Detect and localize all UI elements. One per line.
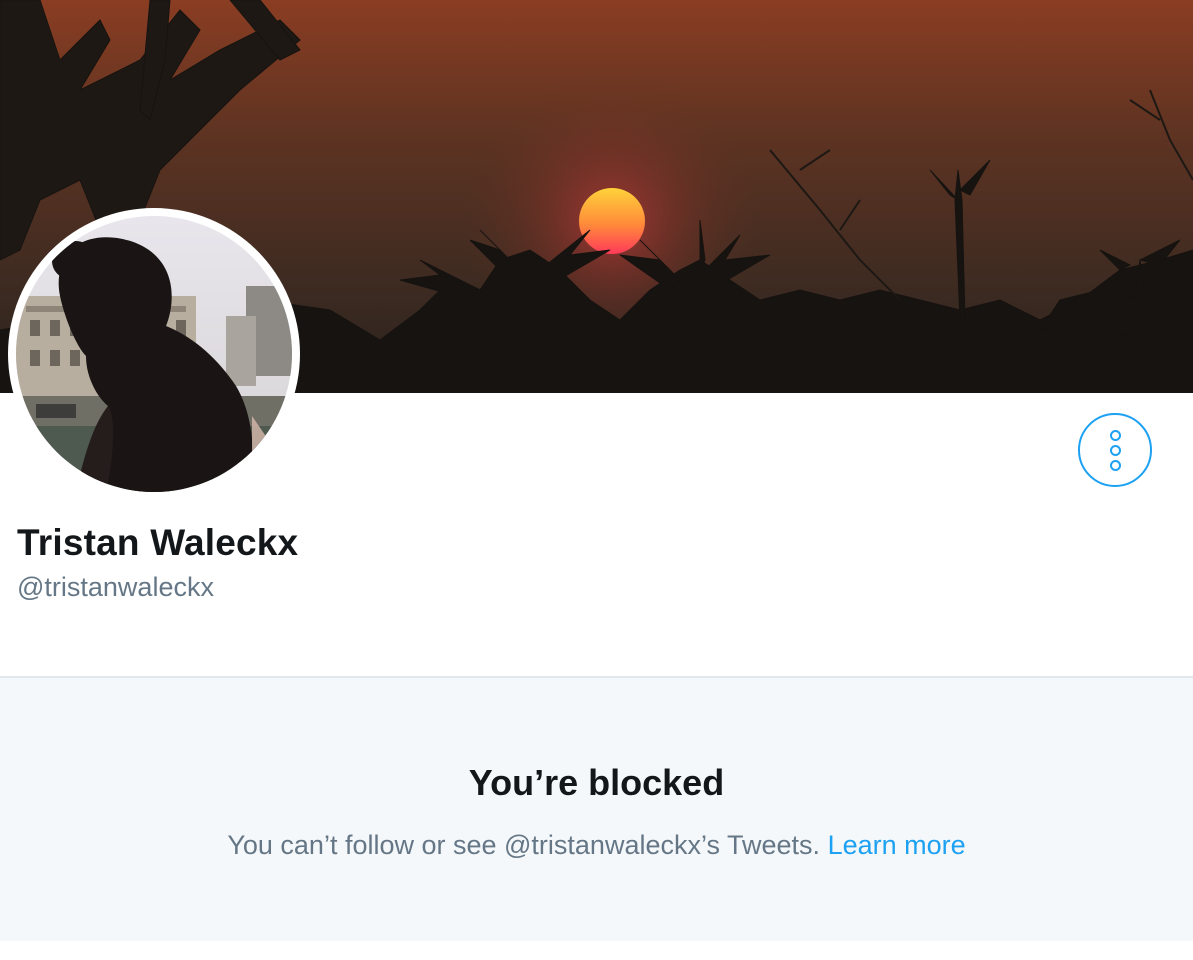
blocked-notice: You’re blocked You can’t follow or see @… <box>0 676 1193 941</box>
blocked-title: You’re blocked <box>468 762 725 803</box>
blocked-message: You can’t follow or see @tristanwaleckx’… <box>227 830 821 860</box>
blocked-message-line: You can’t follow or see @tristanwaleckx’… <box>0 830 1193 861</box>
profile-handle: @tristanwaleckx <box>17 572 214 602</box>
avatar[interactable] <box>16 216 292 492</box>
more-vertical-icon <box>1109 429 1121 471</box>
profile-page: Tristan Waleckx @tristanwaleckx You’re b… <box>0 0 1193 960</box>
more-options-button[interactable] <box>1078 413 1152 487</box>
learn-more-link[interactable]: Learn more <box>828 830 966 860</box>
profile-display-name: Tristan Waleckx <box>17 522 299 563</box>
avatar-border <box>8 208 300 500</box>
